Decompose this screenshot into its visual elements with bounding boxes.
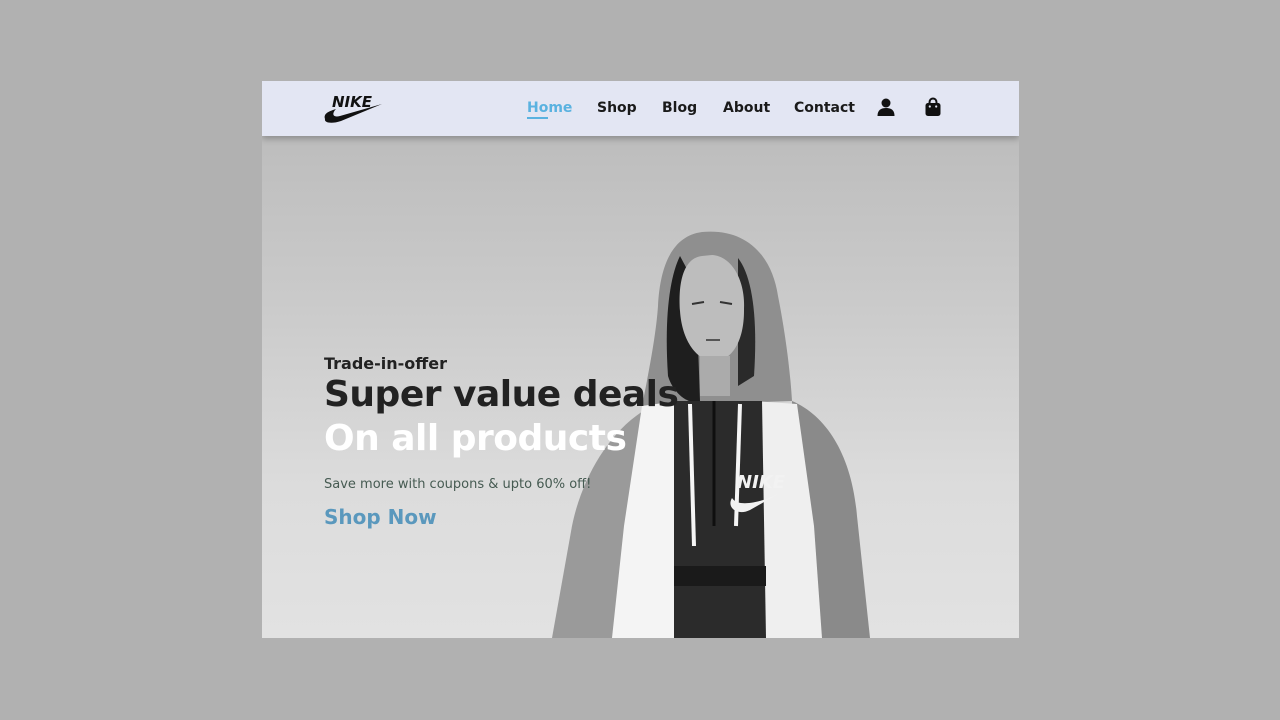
nav-home[interactable]: Home bbox=[527, 99, 572, 117]
shop-now-button[interactable]: Shop Now bbox=[324, 504, 437, 530]
hero-text-block: Trade-in-offer Super value deals On all … bbox=[324, 354, 679, 530]
nav-blog[interactable]: Blog bbox=[662, 99, 697, 117]
nav-shop[interactable]: Shop bbox=[597, 99, 637, 117]
hero-tagline: Trade-in-offer bbox=[324, 354, 447, 373]
hero-headline: Super value deals bbox=[324, 374, 679, 415]
nav-about[interactable]: About bbox=[723, 99, 770, 117]
main-nav: Home Shop Blog About Contact bbox=[262, 81, 1019, 136]
hero-subheadline: On all products bbox=[324, 418, 627, 459]
active-nav-underline bbox=[527, 117, 548, 119]
hero-section: NIKE Trade-in-offer Super value deals On… bbox=[262, 136, 1019, 638]
page-frame: NIKE Home Shop Blog About Contact NIKE T… bbox=[262, 81, 1019, 638]
shopping-bag-icon[interactable] bbox=[923, 97, 943, 117]
nav-contact[interactable]: Contact bbox=[794, 99, 855, 117]
hoodie-logo-text: NIKE bbox=[737, 472, 786, 493]
hero-description: Save more with coupons & upto 60% off! bbox=[324, 477, 592, 492]
user-icon[interactable] bbox=[876, 97, 896, 117]
site-header: NIKE Home Shop Blog About Contact bbox=[262, 81, 1019, 136]
